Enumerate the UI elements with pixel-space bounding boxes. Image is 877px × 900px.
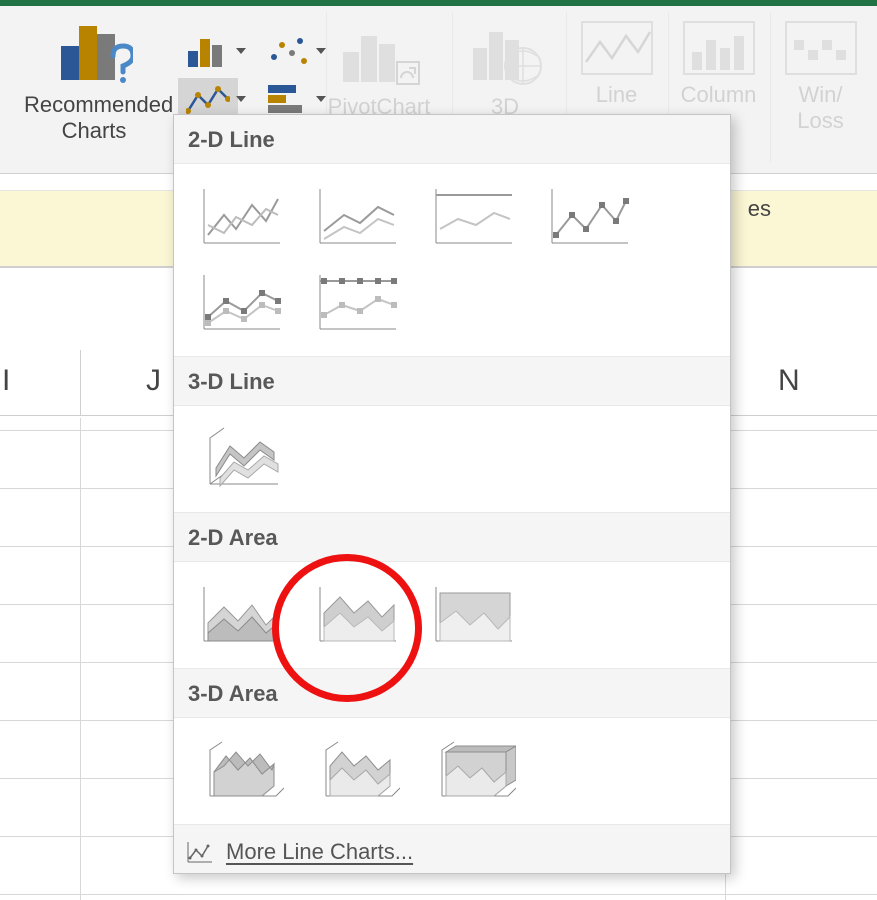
chart-thumb-100-stacked-line[interactable] <box>422 178 522 256</box>
sparkline-winloss-label-2: Loss <box>771 108 870 134</box>
100-stacked-area-chart-icon <box>428 583 516 647</box>
column-chart-icon <box>186 33 230 69</box>
100-stacked-line-markers-icon <box>312 271 400 335</box>
3d-100-stacked-area-icon <box>428 736 516 806</box>
3d-stacked-area-icon <box>312 736 400 806</box>
grid-line <box>80 418 81 900</box>
sparklines-label-suffix: es <box>748 196 771 222</box>
chevron-down-icon <box>316 48 326 54</box>
100-stacked-line-icon <box>428 185 516 249</box>
sparkline-column-label: Column <box>669 82 768 108</box>
more-line-charts-item[interactable]: More Line Charts... <box>174 825 730 879</box>
column-header-I[interactable]: I <box>2 364 10 398</box>
pivotchart-icon <box>337 18 421 90</box>
section-body-3d-area <box>174 717 730 825</box>
insert-column-chart-button[interactable] <box>178 30 238 72</box>
line-markers-icon <box>544 185 632 249</box>
insert-scatter-chart-button[interactable] <box>258 30 318 72</box>
section-header-2d-line: 2-D Line <box>174 115 730 163</box>
line-chart-dropdown: 2-D Line <box>173 114 731 874</box>
stacked-line-icon <box>312 185 400 249</box>
chart-thumb-stacked-area[interactable] <box>306 576 406 654</box>
chart-thumb-3d-stacked-area[interactable] <box>306 732 406 810</box>
section-body-2d-area <box>174 561 730 669</box>
column-header-J[interactable]: J <box>146 364 161 398</box>
bar-chart-icon <box>266 81 310 117</box>
sparkline-line-label: Line <box>567 82 666 108</box>
chart-thumb-100-stacked-area[interactable] <box>422 576 522 654</box>
grid-line <box>0 894 877 895</box>
chart-thumb-line-markers[interactable] <box>538 178 638 256</box>
sparkline-winloss-label-1: Win/ <box>771 82 870 108</box>
recommended-charts-label-1: Recommended <box>24 92 164 118</box>
line-chart-icon <box>196 185 284 249</box>
section-body-3d-line <box>174 405 730 513</box>
area-chart-icon <box>196 583 284 647</box>
line-chart-small-icon <box>186 840 214 864</box>
column-header-N[interactable]: N <box>778 364 800 398</box>
chevron-down-icon <box>316 96 326 102</box>
chart-thumb-100-stacked-line-markers[interactable] <box>306 264 406 342</box>
section-header-2d-area: 2-D Area <box>174 513 730 561</box>
sparkline-column-icon <box>680 18 758 78</box>
scatter-chart-icon <box>266 33 310 69</box>
chart-thumb-stacked-line-markers[interactable] <box>190 264 290 342</box>
chart-thumb-line[interactable] <box>190 178 290 256</box>
chart-thumb-3d-line[interactable] <box>190 420 290 498</box>
chart-thumb-area[interactable] <box>190 576 290 654</box>
globe-3d-icon <box>463 18 547 90</box>
column-separator <box>80 350 81 416</box>
chart-thumb-3d-area[interactable] <box>190 732 290 810</box>
sparkline-line-icon <box>578 18 656 78</box>
chevron-down-icon <box>236 96 246 102</box>
line-chart-icon <box>186 81 230 117</box>
section-body-2d-line <box>174 163 730 357</box>
more-line-charts-label: More Line Charts... <box>226 839 413 865</box>
3d-line-icon <box>196 424 284 494</box>
sparkline-winloss-button[interactable]: Win/ Loss <box>770 12 870 162</box>
chevron-down-icon <box>236 48 246 54</box>
stacked-area-chart-icon <box>312 583 400 647</box>
chart-thumb-3d-100-stacked-area[interactable] <box>422 732 522 810</box>
chart-thumb-stacked-line[interactable] <box>306 178 406 256</box>
stacked-line-markers-icon <box>196 271 284 335</box>
section-header-3d-area: 3-D Area <box>174 669 730 717</box>
bar-chart-question-icon <box>55 12 133 84</box>
recommended-charts-label-2: Charts <box>24 118 164 144</box>
section-header-3d-line: 3-D Line <box>174 357 730 405</box>
3d-area-icon <box>196 736 284 806</box>
recommended-charts-button[interactable]: Recommended Charts <box>24 12 164 162</box>
sparkline-winloss-icon <box>782 18 860 78</box>
